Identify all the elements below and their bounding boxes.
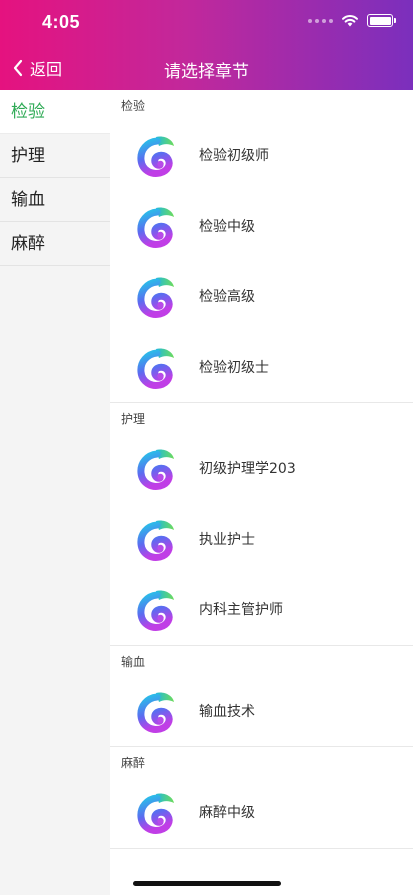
sidebar-item-huli[interactable]: 护理: [0, 134, 110, 178]
chameleon-logo-icon: [135, 446, 179, 490]
section-shuxue: 输血 输血技术: [110, 646, 413, 747]
wifi-icon: [342, 14, 358, 27]
chameleon-logo-icon: [135, 345, 179, 389]
chameleon-logo-icon: [135, 689, 179, 733]
list-item-label: 初级护理学203: [199, 461, 296, 478]
status-bar: 4:05: [0, 0, 413, 46]
list-item-label: 内科主管护师: [199, 602, 283, 619]
list-item[interactable]: 输血技术: [110, 676, 413, 747]
list-item[interactable]: 检验初级师: [110, 120, 413, 191]
list-item[interactable]: 检验初级士: [110, 332, 413, 403]
list-item-label: 检验初级师: [199, 148, 269, 165]
sidebar-item-jianyan[interactable]: 检验: [0, 90, 110, 134]
page-title: 请选择章节: [164, 62, 249, 82]
list-item-label: 检验高级: [199, 289, 255, 306]
list-item[interactable]: 检验高级: [110, 261, 413, 332]
sidebar-item-shuxue[interactable]: 输血: [0, 178, 110, 222]
section-mazui: 麻醉 麻醉中级: [110, 747, 413, 849]
battery-icon: [367, 14, 396, 27]
list-item-label: 检验初级士: [199, 359, 269, 376]
list-item[interactable]: 麻醉中级: [110, 777, 413, 848]
chameleon-logo-icon: [135, 204, 179, 248]
nav-bar: 返回 请选择章节: [0, 46, 413, 90]
chameleon-logo-icon: [135, 133, 179, 177]
list-item-label: 输血技术: [199, 703, 255, 720]
status-icons: [308, 14, 396, 27]
list-item[interactable]: 检验中级: [110, 191, 413, 262]
chameleon-logo-icon: [135, 790, 179, 834]
chameleon-logo-icon: [135, 274, 179, 318]
list-item[interactable]: 初级护理学203: [110, 433, 413, 504]
section-title: 检验: [121, 99, 146, 113]
sidebar: 检验 护理 输血 麻醉: [0, 90, 110, 895]
home-indicator: [133, 881, 281, 886]
cellular-signal-icon: [308, 18, 333, 23]
list-item[interactable]: 内科主管护师: [110, 574, 413, 645]
section-huli: 护理 初级护理学203 执业护士 内科主管护师: [110, 403, 413, 646]
list-item-label: 麻醉中级: [199, 805, 255, 822]
chameleon-logo-icon: [135, 517, 179, 561]
list-item-label: 检验中级: [199, 218, 255, 235]
sidebar-item-mazui[interactable]: 麻醉: [0, 222, 110, 266]
chapter-list: 检验 检验初级师 检验中级 检验高级 检验初级士 护理 初级护理学203 执业护…: [110, 90, 413, 895]
section-jianyan: 检验 检验初级师 检验中级 检验高级 检验初级士: [110, 90, 413, 403]
header: 4:05 返回 请选择章节: [0, 0, 413, 90]
section-title: 输血: [121, 654, 146, 669]
section-title: 护理: [121, 412, 146, 426]
status-time: 4:05: [42, 12, 81, 32]
chameleon-logo-icon: [135, 587, 179, 631]
list-item-label: 执业护士: [199, 531, 255, 548]
section-title: 麻醉: [121, 756, 146, 770]
list-item[interactable]: 执业护士: [110, 504, 413, 575]
